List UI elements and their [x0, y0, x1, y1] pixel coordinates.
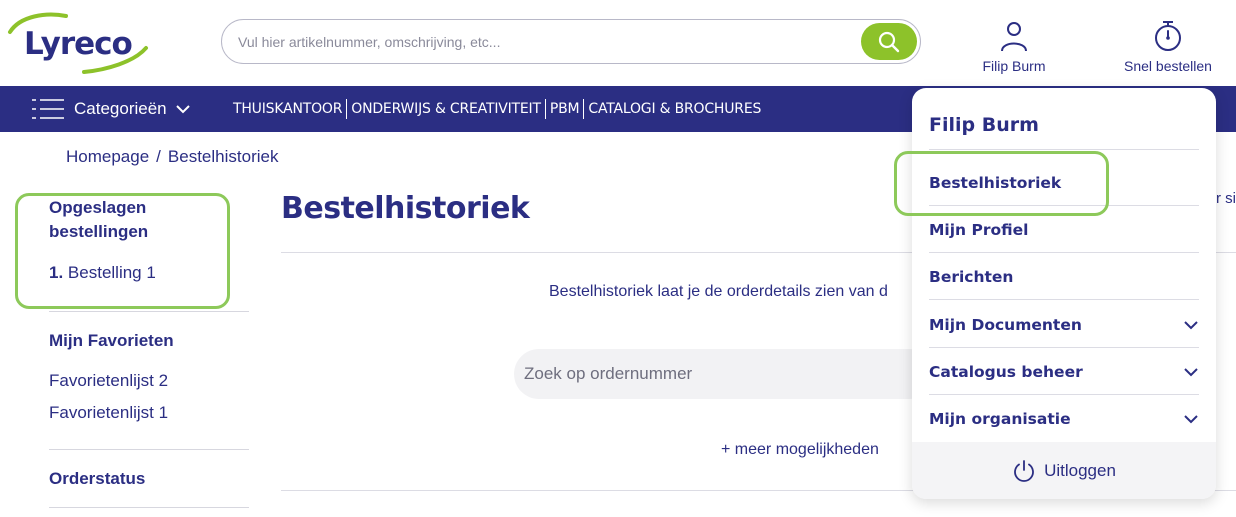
account-button[interactable]: Filip Burm [978, 20, 1050, 74]
categories-menu-button[interactable]: Categorieën [32, 86, 191, 132]
dropdown-item-my-profile[interactable]: Mijn Profiel [929, 206, 1199, 253]
power-icon [1014, 459, 1034, 482]
quick-order-button[interactable]: Snel bestellen [1118, 20, 1218, 74]
search-bar [221, 19, 921, 64]
quick-order-label: Snel bestellen [1124, 58, 1212, 74]
chevron-down-icon [1184, 414, 1198, 423]
cutoff-link-text[interactable]: r si [1216, 190, 1236, 207]
order-history-description: Bestelhistoriek laat je de orderdetails … [549, 283, 888, 300]
dropdown-item-catalog-management[interactable]: Catalogus beheer [929, 348, 1199, 395]
categories-label: Categorieën [74, 99, 167, 118]
header: Lyreco Filip Burm Snel bestellen [0, 0, 1236, 86]
sidebar-divider [49, 449, 249, 450]
user-icon [1001, 22, 1027, 52]
sidebar: Opgeslagen bestellingen 1. Bestelling 1 [49, 196, 249, 285]
breadcrumb: Homepage / Bestelhistoriek [66, 147, 278, 167]
nav-link-pbm[interactable]: PBM [547, 101, 583, 117]
logout-label: Uitloggen [1044, 460, 1116, 480]
stopwatch-icon [1155, 21, 1181, 51]
lyreco-logo[interactable]: Lyreco [6, 10, 151, 74]
breadcrumb-current: Bestelhistoriek [167, 147, 279, 166]
favorites-list-item[interactable]: Favorietenlijst 2 [49, 369, 168, 393]
dropdown-divider [929, 299, 1199, 300]
order-status-title[interactable]: Orderstatus [49, 467, 145, 491]
nav-separator [346, 99, 348, 119]
order-search-bar [514, 349, 934, 399]
account-label: Filip Burm [982, 58, 1046, 74]
nav-separator [544, 99, 546, 119]
more-options-link[interactable]: + meer mogelijkheden [721, 441, 879, 459]
logout-button[interactable]: Uitloggen [912, 442, 1216, 499]
saved-order-item[interactable]: 1. Bestelling 1 [49, 261, 249, 285]
sidebar-divider [49, 507, 249, 508]
dropdown-item-label: Mijn organisatie [929, 409, 1071, 428]
breadcrumb-separator: / [156, 147, 161, 166]
dropdown-item-label: Mijn Profiel [929, 220, 1029, 239]
saved-orders-title[interactable]: Opgeslagen bestellingen [49, 196, 249, 244]
nav-separator [583, 99, 585, 119]
order-number-search-input[interactable] [524, 349, 904, 399]
favorites-title[interactable]: Mijn Favorieten [49, 329, 174, 353]
dropdown-item-label: Mijn Documenten [929, 315, 1082, 334]
nav-links: THUISKANTOOR ONDERWIJS & CREATIVITEIT PB… [233, 86, 764, 132]
dropdown-divider [929, 149, 1199, 150]
dropdown-item-label: Bestelhistoriek [929, 173, 1062, 192]
favorites-list-item[interactable]: Favorietenlijst 1 [49, 401, 168, 425]
nav-link-thuiskantoor[interactable]: THUISKANTOOR [233, 101, 345, 117]
nav-link-onderwijs[interactable]: ONDERWIJS & CREATIVITEIT [348, 101, 544, 117]
chevron-down-icon [1184, 367, 1198, 376]
dropdown-item-my-organisation[interactable]: Mijn organisatie [929, 395, 1199, 442]
saved-order-name: Bestelling 1 [67, 263, 156, 282]
saved-order-number: 1. [49, 263, 64, 282]
search-input[interactable] [238, 20, 858, 63]
saved-orders-title-line2: bestellingen [49, 222, 149, 241]
page-title: Bestelhistoriek [281, 191, 530, 226]
logo-text: Lyreco [24, 26, 133, 62]
dropdown-item-my-documents[interactable]: Mijn Documenten [929, 301, 1199, 348]
dropdown-item-messages[interactable]: Berichten [929, 253, 1199, 300]
search-icon [878, 31, 900, 52]
dropdown-item-label: Catalogus beheer [929, 362, 1083, 381]
hamburger-icon [32, 99, 64, 119]
dropdown-item-label: Berichten [929, 267, 1014, 286]
breadcrumb-home[interactable]: Homepage [66, 147, 149, 166]
chevron-down-icon [1184, 320, 1198, 329]
dropdown-user-name: Filip Burm [929, 114, 1039, 136]
sidebar-divider [49, 311, 249, 312]
account-dropdown: Filip Burm Bestelhistoriek Mijn Profiel … [912, 88, 1216, 499]
nav-link-catalogi[interactable]: CATALOGI & BROCHURES [585, 101, 764, 117]
search-button[interactable] [861, 23, 917, 60]
saved-orders-title-line1: Opgeslagen [49, 198, 147, 217]
dropdown-item-order-history[interactable]: Bestelhistoriek [929, 159, 1199, 206]
chevron-down-icon [175, 105, 190, 114]
